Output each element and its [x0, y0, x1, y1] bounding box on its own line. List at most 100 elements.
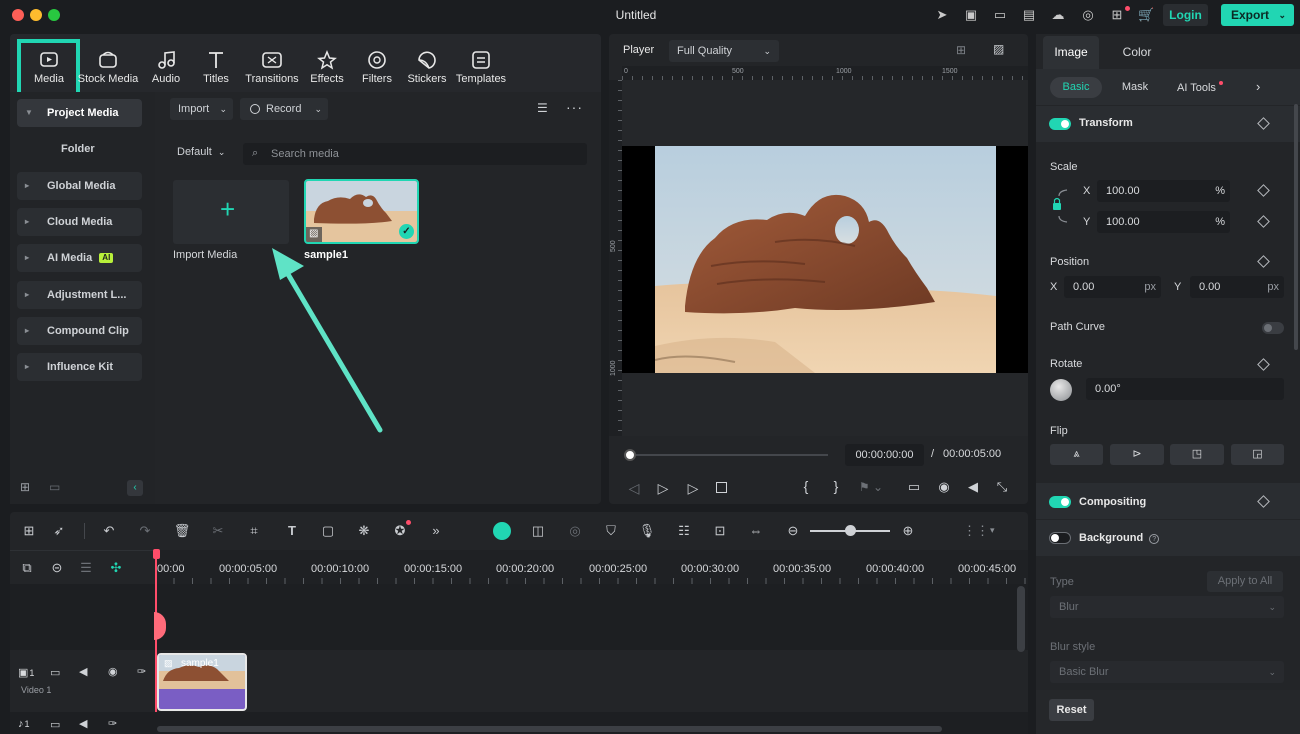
tab-filters[interactable]: Filters — [354, 46, 400, 90]
playhead-handle[interactable] — [624, 449, 636, 461]
tab-audio[interactable]: Audio — [142, 46, 190, 90]
monitor-icon[interactable]: ▭ — [906, 479, 922, 495]
tab-stock-media[interactable]: Stock Media — [76, 46, 140, 90]
cart-icon[interactable]: 🛒 — [1138, 7, 1154, 23]
chevron-down-icon[interactable]: ▾ — [990, 525, 995, 536]
undo-icon[interactable]: ↶ — [100, 522, 118, 540]
folder-icon[interactable]: ▭ — [50, 718, 60, 731]
crop-icon[interactable]: ⌗ — [245, 522, 263, 540]
path-curve-toggle[interactable] — [1262, 322, 1284, 334]
eye-icon[interactable]: ◉ — [108, 665, 118, 678]
apply-to-all-button[interactable]: Apply to All — [1207, 571, 1283, 592]
previous-frame-icon[interactable]: ◁ — [626, 480, 642, 497]
timeline-vertical-scrollbar[interactable] — [1017, 586, 1025, 652]
sidebar-item-global-media[interactable]: ▸ Global Media — [17, 172, 142, 200]
add-track-icon[interactable]: ⧉ — [18, 559, 36, 577]
stabilize-icon[interactable]: ◎ — [566, 522, 584, 540]
cloud-icon[interactable]: ☁ — [1050, 7, 1066, 23]
play-icon[interactable]: ▷ — [685, 480, 701, 497]
tab-transitions[interactable]: Transitions — [242, 46, 302, 90]
tab-image[interactable]: Image — [1043, 36, 1099, 69]
blur-style-dropdown[interactable]: Basic Blur ⌄ — [1050, 661, 1284, 683]
preview-image[interactable] — [655, 146, 996, 373]
zoom-out-icon[interactable]: ⊖ — [784, 522, 802, 540]
folder-icon[interactable]: ▭ — [49, 480, 65, 494]
mark-in-icon[interactable]: { — [799, 478, 813, 494]
effect-toggle-icon[interactable]: ✑ — [108, 717, 117, 730]
position-x-input[interactable]: 0.00 px — [1064, 276, 1161, 298]
tab-effects[interactable]: Effects — [304, 46, 350, 90]
minimize-window-button[interactable] — [30, 9, 42, 21]
scale-y-input[interactable]: 100.00 % — [1097, 211, 1230, 233]
rotate-right-icon[interactable]: ◳ — [1170, 444, 1224, 465]
sidebar-item-cloud-media[interactable]: ▸ Cloud Media — [17, 208, 142, 236]
tab-color[interactable]: Color — [1110, 36, 1164, 69]
volume-icon[interactable]: ◀ — [965, 479, 981, 495]
new-folder-icon[interactable]: ⊞ — [20, 480, 36, 494]
search-input[interactable]: ⌕ Search media — [243, 143, 587, 165]
rotate-input[interactable]: 0.00° — [1086, 378, 1284, 400]
redo-icon[interactable]: ↷ — [136, 522, 154, 540]
subtab-basic[interactable]: Basic — [1050, 77, 1102, 98]
scale-x-input[interactable]: 100.00 % — [1097, 180, 1230, 202]
tab-titles[interactable]: Titles — [192, 46, 240, 90]
snapshot-icon[interactable]: ◉ — [936, 479, 952, 495]
color-tool-icon[interactable]: ❋ — [355, 522, 373, 540]
login-button[interactable]: Login — [1163, 4, 1208, 26]
more-options-icon[interactable]: ··· — [566, 99, 584, 115]
select-tool-icon[interactable]: ➶ — [50, 522, 68, 540]
scene-detect-icon[interactable]: ◫ — [529, 522, 547, 540]
playhead-top-handle[interactable] — [153, 549, 160, 559]
sidebar-item-ai-media[interactable]: ▸ AI Media AI — [17, 244, 142, 272]
fit-icon[interactable]: ⇔ — [747, 522, 765, 540]
tab-stickers[interactable]: Stickers — [404, 46, 450, 90]
zoom-slider-handle[interactable] — [845, 525, 856, 536]
scale-link-icon[interactable] — [1053, 186, 1073, 226]
position-y-input[interactable]: 0.00 px — [1190, 276, 1284, 298]
stop-icon[interactable] — [716, 482, 727, 493]
shield-icon[interactable]: ⛉ — [602, 522, 620, 540]
close-window-button[interactable] — [12, 9, 24, 21]
tab-media[interactable]: Media — [22, 46, 76, 90]
reset-button[interactable]: Reset — [1049, 699, 1094, 721]
grid-view-icon[interactable]: ⊞ — [956, 43, 976, 59]
layout-grid-icon[interactable]: ⊞ — [20, 522, 38, 540]
export-button[interactable]: Export ⌄ — [1221, 4, 1294, 26]
compositing-toggle[interactable] — [1049, 496, 1071, 508]
marker-icon[interactable]: ⚑ ⌄ — [856, 480, 886, 494]
track-layout-icon[interactable]: ⋮⋮ — [963, 522, 989, 540]
transform-toggle[interactable] — [1049, 118, 1071, 130]
type-dropdown[interactable]: Blur ⌄ — [1050, 596, 1284, 618]
volume-icon[interactable]: ◀ — [79, 717, 87, 730]
collapse-sidebar-icon[interactable]: ‹ — [127, 480, 143, 496]
step-forward-icon[interactable]: ▷ — [655, 480, 671, 497]
save-icon[interactable]: ▤ — [1021, 7, 1037, 23]
folder-icon[interactable]: ▭ — [50, 666, 60, 679]
video-track-icon[interactable]: ▣1 — [18, 666, 34, 679]
flip-horizontal-icon[interactable]: ⩓ — [1050, 444, 1103, 465]
delete-icon[interactable]: 🗑 — [173, 522, 191, 540]
image-preview-icon[interactable]: ▨ — [993, 42, 1013, 58]
timeline-horizontal-scrollbar[interactable] — [157, 726, 942, 732]
send-icon[interactable]: ➤ — [934, 7, 950, 23]
timeline-clip-sample1[interactable]: ▨ sample1 — [157, 653, 247, 711]
audio-mix-icon[interactable]: ☷ — [675, 522, 693, 540]
mark-out-icon[interactable]: } — [829, 478, 843, 494]
inspector-scrollbar[interactable] — [1294, 104, 1298, 350]
sidebar-item-folder[interactable]: Folder — [61, 143, 95, 155]
zoom-in-icon[interactable]: ⊕ — [899, 522, 917, 540]
record-dropdown[interactable]: Record ⌄ — [240, 98, 328, 120]
zoom-window-button[interactable] — [48, 9, 60, 21]
filter-icon[interactable]: ☰ — [537, 101, 555, 117]
subtab-ai-tools[interactable]: AI Tools — [1172, 81, 1228, 94]
text-tool-icon[interactable]: T — [283, 522, 301, 540]
rotate-dial[interactable] — [1050, 379, 1072, 401]
layout-icon[interactable]: ▭ — [992, 7, 1008, 23]
quality-dropdown[interactable]: Full Quality ⌄ — [669, 40, 779, 62]
audio-track-icon[interactable]: ♪1 — [18, 718, 30, 730]
current-time[interactable]: 00:00:00:00 — [845, 444, 924, 466]
more-tools-icon[interactable]: » — [427, 522, 445, 540]
cut-icon[interactable]: ✂ — [209, 522, 227, 540]
media-thumbnail-sample1[interactable]: ▨ ✓ — [304, 179, 419, 244]
sidebar-item-adjustment-layer[interactable]: ▸ Adjustment L... — [17, 281, 142, 309]
